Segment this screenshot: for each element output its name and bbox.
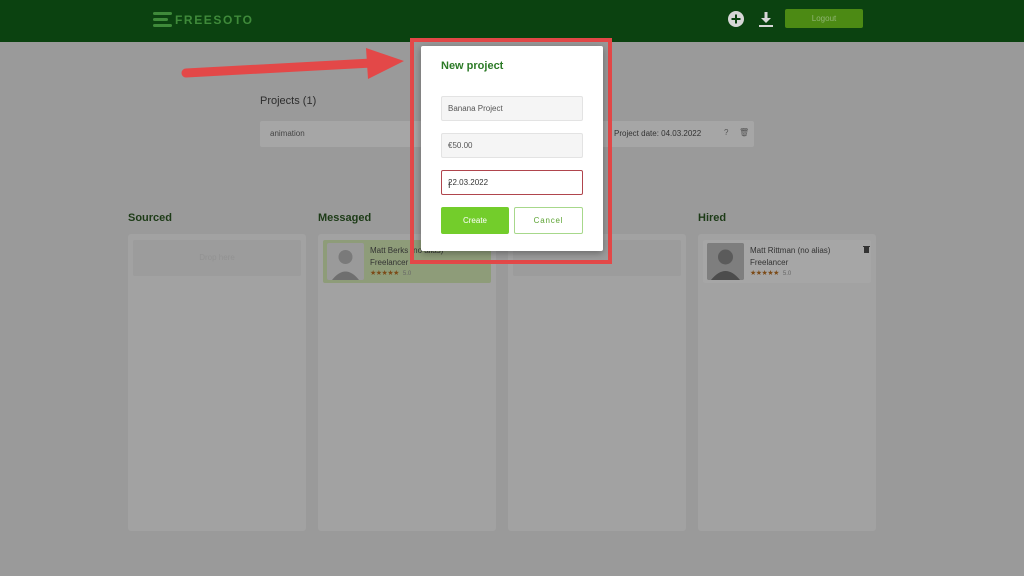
rating-stars: ★★★★★ 5.0 — [750, 269, 791, 277]
drop-zone[interactable]: Drop here — [133, 240, 301, 276]
delete-icon[interactable]: 🗑 — [739, 128, 749, 138]
person-avatar-icon — [327, 243, 364, 280]
freelancer-card[interactable]: Matt Rittman (no alias) Freelancer ★★★★★… — [703, 240, 871, 283]
freelancer-role: Freelancer — [750, 258, 789, 267]
column-title-messaged: Messaged — [318, 212, 372, 224]
column-messaged: Matt Berks (no alias) Freelancer ★★★★★ 5.… — [318, 234, 496, 531]
avatar — [707, 243, 744, 280]
column-title-hired: Hired — [698, 212, 727, 224]
project-name-input[interactable] — [441, 96, 583, 121]
brand-name: FREESOTO — [175, 12, 254, 27]
person-avatar-icon — [707, 243, 744, 280]
cancel-button[interactable]: Cancel — [514, 207, 583, 234]
add-circle-icon[interactable] — [727, 10, 745, 28]
dialog-title: New project — [441, 60, 504, 72]
logo-mark-icon — [153, 11, 172, 28]
new-project-dialog: New project I Create Cancel — [421, 46, 603, 251]
rating-value: 5.0 — [782, 271, 792, 277]
trash-icon[interactable] — [863, 245, 870, 253]
column-third — [508, 234, 686, 531]
project-name: animation — [270, 129, 305, 138]
help-icon[interactable]: ? — [724, 128, 733, 138]
stars-icon: ★★★★★ — [370, 270, 399, 277]
create-button[interactable]: Create — [441, 207, 509, 234]
annotation-arrow-icon — [181, 48, 404, 79]
logout-button[interactable]: Logout — [785, 9, 863, 28]
download-icon[interactable] — [757, 10, 775, 28]
project-date-input[interactable] — [441, 170, 583, 195]
column-title-sourced: Sourced — [128, 212, 173, 224]
column-sourced: Drop here — [128, 234, 306, 531]
column-hired: Matt Rittman (no alias) Freelancer ★★★★★… — [698, 234, 876, 531]
freelancer-role: Freelancer — [370, 258, 409, 267]
budget-input[interactable] — [441, 133, 583, 158]
freelancer-name: Matt Rittman (no alias) — [750, 246, 831, 255]
brand-logo[interactable]: FREESOTO — [153, 11, 254, 28]
rating-value: 5.0 — [402, 271, 412, 277]
text-cursor-icon: I — [448, 180, 451, 190]
stars-icon: ★★★★★ — [750, 270, 779, 277]
top-bar: FREESOTO Logout — [0, 0, 1024, 42]
project-actions: ? 🗑 — [724, 128, 749, 138]
rating-stars: ★★★★★ 5.0 — [370, 269, 411, 277]
avatar — [327, 243, 364, 280]
projects-heading: Projects (1) — [260, 95, 317, 107]
project-date: Project date: 04.03.2022 — [614, 129, 702, 138]
